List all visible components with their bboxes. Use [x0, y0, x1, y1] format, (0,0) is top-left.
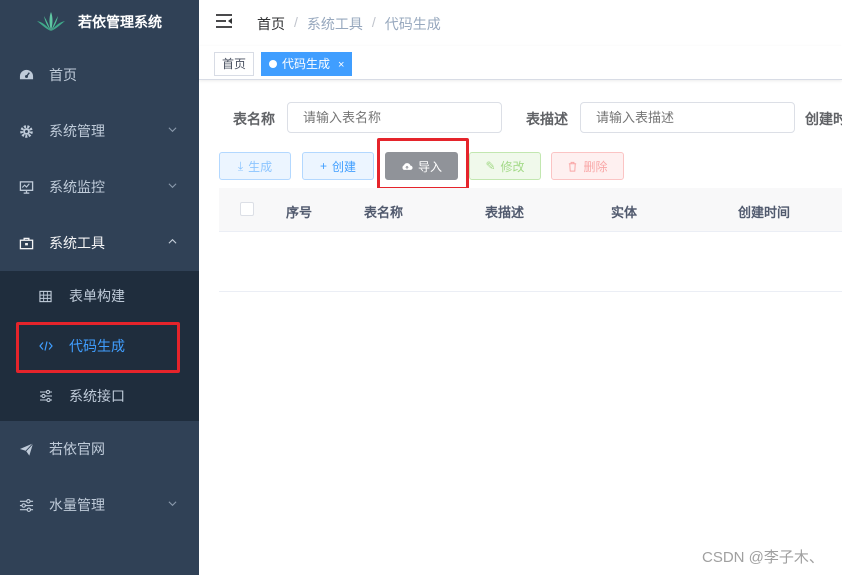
tag-label: 代码生成 — [282, 57, 331, 71]
tags-view: 首页 代码生成 × — [199, 46, 842, 80]
sidebar-item-label: 系统工具 — [49, 235, 105, 251]
create-button-label: 创建 — [332, 159, 357, 174]
breadcrumb-item[interactable]: 系统工具 — [307, 14, 363, 34]
generate-button[interactable]: ⤓ 生成 — [219, 152, 291, 180]
hamburger-icon[interactable] — [215, 13, 233, 29]
sliders-icon — [39, 389, 53, 403]
tag-label: 首页 — [222, 57, 247, 71]
generate-button-label: 生成 — [248, 159, 273, 174]
submenu-item-label: 表单构建 — [69, 288, 125, 304]
toolbox-icon — [18, 235, 34, 251]
active-dot-icon — [269, 60, 277, 68]
highlight-box-import — [377, 138, 469, 190]
app-title: 若依管理系统 — [78, 14, 162, 30]
gear-icon — [18, 123, 34, 139]
trash-icon — [569, 161, 577, 172]
grid-icon — [39, 289, 53, 303]
breadcrumb: 首页 / 系统工具 / 代码生成 — [257, 14, 441, 34]
column-header: 表描述 — [485, 205, 525, 220]
table-header: 序号 表名称 表描述 实体 创建时间 — [219, 188, 842, 232]
delete-button[interactable]: 删除 — [551, 152, 624, 180]
submenu-item-label: 系统接口 — [69, 388, 125, 404]
chevron-down-icon — [168, 183, 177, 189]
main-content: 首页 / 系统工具 / 代码生成 首页 代码生成 × 表名称 表描述 创建时间 ⤓… — [199, 0, 842, 575]
column-header: 表名称 — [364, 205, 404, 220]
edit-button[interactable]: ✎ 修改 — [469, 152, 541, 180]
sidebar-item-label: 系统管理 — [49, 123, 105, 139]
submenu-item-system-api[interactable]: 系统接口 — [0, 371, 199, 421]
chevron-down-icon — [168, 127, 177, 133]
breadcrumb-item: 代码生成 — [384, 16, 441, 32]
tag-home[interactable]: 首页 — [214, 52, 255, 76]
monitor-icon — [18, 179, 34, 195]
pencil-icon: ✎ — [485, 159, 496, 173]
sidebar-item-system-monitor[interactable]: 系统监控 — [0, 159, 199, 215]
logo[interactable]: 若依管理系统 — [0, 0, 199, 44]
sidebar-item-system-tools[interactable]: 系统工具 — [0, 215, 199, 271]
select-all-checkbox[interactable] — [240, 202, 254, 216]
breadcrumb-item[interactable]: 首页 — [257, 14, 285, 34]
edit-button-label: 修改 — [500, 159, 525, 174]
delete-button-label: 删除 — [583, 159, 608, 174]
sidebar-item-label: 系统监控 — [49, 179, 105, 195]
table-name-label: 表名称 — [233, 111, 275, 127]
sidebar-item-label: 若依官网 — [49, 441, 105, 457]
table-divider — [219, 291, 842, 292]
submenu-item-form-builder[interactable]: 表单构建 — [0, 271, 199, 321]
sidebar-item-system-management[interactable]: 系统管理 — [0, 103, 199, 159]
sidebar: 若依管理系统 首页 系统管理 系统监控 系统工具 表单构建 代码生成 系统接口 … — [0, 0, 199, 575]
table-desc-label: 表描述 — [526, 111, 568, 127]
sidebar-item-label: 首页 — [49, 67, 77, 83]
table-desc-input[interactable] — [580, 102, 795, 133]
close-icon[interactable]: × — [338, 59, 344, 71]
sidebar-item-water-management[interactable]: 水量管理 — [0, 477, 199, 533]
tag-code-generation[interactable]: 代码生成 × — [261, 52, 353, 76]
chevron-down-icon — [168, 501, 177, 507]
column-header: 序号 — [286, 205, 313, 220]
watermark: CSDN @李子木、 — [702, 549, 824, 566]
sidebar-item-home[interactable]: 首页 — [0, 47, 199, 103]
plus-icon: + — [319, 159, 327, 173]
download-icon: ⤓ — [237, 158, 244, 173]
table-name-input[interactable] — [287, 102, 502, 133]
paper-plane-icon — [18, 441, 34, 457]
highlight-box-code-generation — [16, 322, 180, 373]
navbar: 首页 / 系统工具 / 代码生成 — [199, 0, 842, 44]
create-time-label: 创建时间 — [805, 111, 842, 127]
breadcrumb-separator: / — [371, 14, 376, 30]
create-button[interactable]: + 创建 — [302, 152, 374, 180]
column-header: 实体 — [611, 205, 638, 220]
chevron-up-icon — [168, 238, 177, 244]
sidebar-item-ruoyi-site[interactable]: 若依官网 — [0, 421, 199, 477]
breadcrumb-separator: / — [294, 14, 298, 30]
sidebar-item-label: 水量管理 — [49, 497, 105, 513]
dashboard-icon — [18, 67, 34, 83]
sliders-icon — [18, 497, 34, 513]
gen-table: 序号 表名称 表描述 实体 创建时间 — [219, 188, 842, 292]
logo-icon — [37, 12, 65, 31]
column-header: 创建时间 — [738, 205, 791, 220]
